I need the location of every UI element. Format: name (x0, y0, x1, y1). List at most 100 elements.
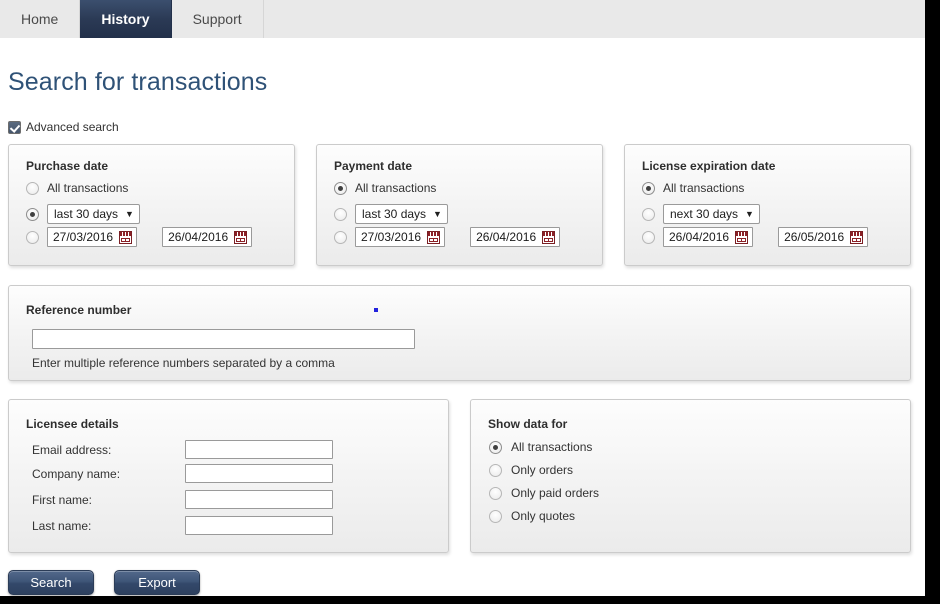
tab-support[interactable]: Support (171, 0, 264, 38)
page-root: Home History Support Search for transact… (0, 0, 940, 604)
purchase-date-from-input[interactable]: 27/03/2016 (47, 227, 138, 247)
show-data-only-quotes-label: Only quotes (511, 509, 576, 523)
license-expiration-date-panel: License expiration date All transactions… (624, 144, 911, 266)
calendar-icon[interactable] (542, 230, 556, 244)
purchase-date-preset-value: last 30 days (54, 207, 119, 221)
search-button[interactable]: Search (8, 570, 94, 595)
page-title: Search for transactions (8, 68, 268, 96)
license-expiration-range-row[interactable]: 26/04/2016 26/05/2016 (642, 227, 869, 247)
license-expiration-to-input[interactable]: 26/05/2016 (778, 227, 869, 247)
calendar-icon[interactable] (850, 230, 864, 244)
chevron-down-icon: ▼ (125, 208, 134, 219)
reference-number-input[interactable] (32, 329, 415, 349)
license-expiration-all-label: All transactions (663, 181, 745, 195)
purchase-date-preset-radio[interactable] (26, 207, 39, 221)
advanced-search-checkbox[interactable] (8, 120, 21, 134)
licensee-details-legend: Licensee details (26, 417, 119, 431)
calendar-icon[interactable] (427, 230, 441, 244)
calendar-icon[interactable] (234, 230, 248, 244)
tab-home-label: Home (21, 11, 59, 27)
reference-number-hint: Enter multiple reference numbers separat… (32, 356, 335, 370)
show-data-only-orders-label: Only orders (511, 463, 574, 477)
show-data-only-orders-radio[interactable] (489, 463, 502, 477)
tab-support-label: Support (192, 11, 242, 27)
licensee-company-label: Company name: (32, 466, 121, 481)
licensee-email-row: Email address: (32, 440, 427, 459)
licensee-last-name-row: Last name: (32, 516, 427, 535)
show-data-only-paid-orders-label: Only paid orders (511, 486, 600, 500)
purchase-date-all-row[interactable]: All transactions (26, 181, 128, 195)
tab-history-label: History (101, 11, 150, 27)
purchase-date-all-label: All transactions (47, 181, 129, 195)
payment-date-to-input[interactable]: 26/04/2016 (470, 227, 561, 247)
license-expiration-all-row[interactable]: All transactions (642, 181, 744, 195)
license-expiration-preset-row[interactable]: next 30 days ▼ (642, 204, 760, 224)
purchase-date-to-input[interactable]: 26/04/2016 (162, 227, 253, 247)
licensee-last-name-label: Last name: (32, 518, 92, 533)
show-data-option-only-quotes[interactable]: Only quotes (489, 509, 575, 523)
show-data-all-transactions-radio[interactable] (489, 440, 502, 454)
last-name-field[interactable] (185, 516, 333, 535)
advanced-search-label: Advanced search (26, 120, 119, 134)
tab-home[interactable]: Home (0, 0, 81, 38)
email-field[interactable] (185, 440, 333, 459)
license-expiration-preset-value: next 30 days (670, 207, 739, 221)
payment-date-legend: Payment date (334, 159, 413, 173)
tab-history[interactable]: History (80, 0, 172, 38)
license-expiration-legend: License expiration date (642, 159, 776, 173)
purchase-date-to-value: 26/04/2016 (168, 230, 229, 244)
license-expiration-all-radio[interactable] (642, 181, 655, 195)
licensee-first-name-label: First name: (32, 492, 93, 507)
purchase-date-legend: Purchase date (26, 159, 109, 173)
licensee-first-name-row: First name: (32, 490, 427, 509)
purchase-date-all-radio[interactable] (26, 181, 39, 195)
purchase-date-range-radio[interactable] (26, 230, 39, 244)
show-data-option-only-paid-orders[interactable]: Only paid orders (489, 486, 599, 500)
licensee-details-panel: Licensee details Email address: Company … (8, 399, 449, 553)
payment-date-panel: Payment date All transactions last 30 da… (316, 144, 603, 266)
payment-date-from-value: 27/03/2016 (361, 230, 422, 244)
reference-number-panel: Reference number Enter multiple referenc… (8, 285, 911, 381)
payment-date-all-row[interactable]: All transactions (334, 181, 436, 195)
tab-bar: Home History Support (0, 0, 925, 38)
licensee-company-row: Company name: (32, 464, 427, 483)
show-data-for-legend: Show data for (488, 417, 568, 431)
export-button[interactable]: Export (114, 570, 200, 595)
purchase-date-from-value: 27/03/2016 (53, 230, 114, 244)
license-expiration-range-radio[interactable] (642, 230, 655, 244)
chevron-down-icon: ▼ (433, 208, 442, 219)
payment-date-preset-row[interactable]: last 30 days ▼ (334, 204, 448, 224)
tab-bar-filler (263, 0, 925, 38)
purchase-date-preset-row[interactable]: last 30 days ▼ (26, 204, 140, 224)
payment-date-from-input[interactable]: 27/03/2016 (355, 227, 446, 247)
purchase-date-panel: Purchase date All transactions last 30 d… (8, 144, 295, 266)
payment-date-all-radio[interactable] (334, 181, 347, 195)
show-data-option-all-transactions[interactable]: All transactions (489, 440, 592, 454)
show-data-only-quotes-radio[interactable] (489, 509, 502, 523)
payment-date-all-label: All transactions (355, 181, 437, 195)
license-expiration-to-value: 26/05/2016 (784, 230, 845, 244)
payment-date-range-radio[interactable] (334, 230, 347, 244)
show-data-all-transactions-label: All transactions (511, 440, 593, 454)
show-data-only-paid-orders-radio[interactable] (489, 486, 502, 500)
show-data-option-only-orders[interactable]: Only orders (489, 463, 573, 477)
license-expiration-preset-select[interactable]: next 30 days ▼ (663, 204, 760, 224)
payment-date-range-row[interactable]: 27/03/2016 26/04/2016 (334, 227, 561, 247)
payment-date-preset-select[interactable]: last 30 days ▼ (355, 204, 448, 224)
show-data-for-panel: Show data for All transactions Only orde… (470, 399, 911, 553)
payment-date-preset-radio[interactable] (334, 207, 347, 221)
company-field[interactable] (185, 464, 333, 483)
calendar-icon[interactable] (119, 230, 133, 244)
purchase-date-range-row[interactable]: 27/03/2016 26/04/2016 (26, 227, 253, 247)
purchase-date-preset-select[interactable]: last 30 days ▼ (47, 204, 140, 224)
payment-date-to-value: 26/04/2016 (476, 230, 537, 244)
calendar-icon[interactable] (735, 230, 749, 244)
license-expiration-from-input[interactable]: 26/04/2016 (663, 227, 754, 247)
marker-dot-icon (374, 308, 378, 312)
first-name-field[interactable] (185, 490, 333, 509)
payment-date-preset-value: last 30 days (362, 207, 427, 221)
window-right-edge (925, 0, 940, 604)
advanced-search-row[interactable]: Advanced search (8, 120, 119, 134)
chevron-down-icon: ▼ (745, 208, 754, 219)
license-expiration-preset-radio[interactable] (642, 207, 655, 221)
